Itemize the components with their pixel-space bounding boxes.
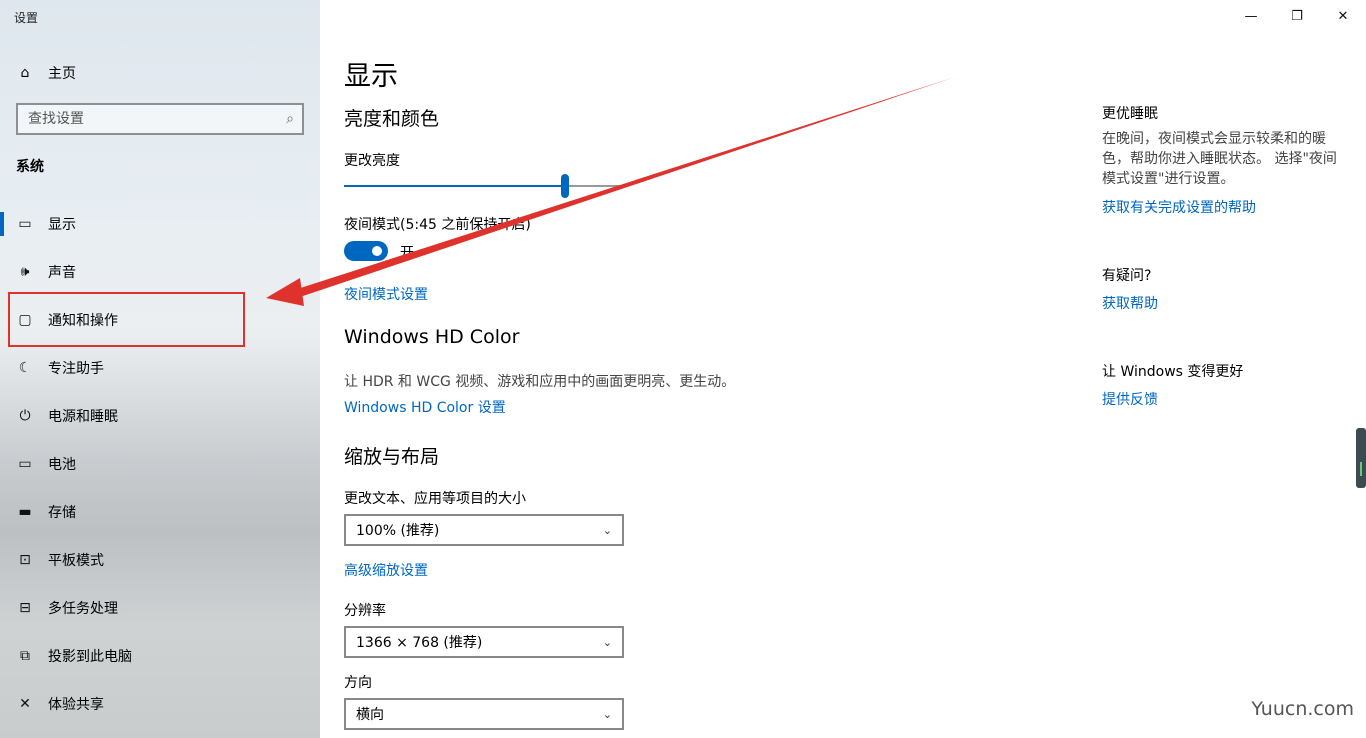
- brightness-slider[interactable]: [344, 174, 624, 198]
- minimize-icon[interactable]: —: [1228, 0, 1274, 32]
- brightness-heading: 亮度和颜色: [344, 108, 440, 130]
- night-mode-state: 开: [400, 245, 414, 261]
- watermark: Yuucn.com: [1251, 698, 1354, 720]
- moon-icon: ☾: [18, 360, 32, 376]
- page-title: 显示: [344, 61, 398, 92]
- resolution-value: 1366 × 768 (推荐): [356, 635, 483, 651]
- orientation-label: 方向: [344, 675, 372, 691]
- sidebar-item-storage[interactable]: ▬ 存储: [0, 488, 320, 536]
- resolution-label: 分辨率: [344, 603, 386, 619]
- sidebar-item-tablet[interactable]: ⊡ 平板模式: [0, 536, 320, 584]
- share-icon: ✕: [19, 696, 31, 712]
- orientation-dropdown[interactable]: 横向 ⌄: [344, 698, 624, 730]
- multitask-icon: ⊟: [19, 600, 31, 616]
- window-title: 设置: [14, 11, 39, 25]
- sleep-help-link[interactable]: 获取有关完成设置的帮助: [1102, 197, 1256, 217]
- sidebar-nav: ▭ 显示 🕪 声音 ▢ 通知和操作 ☾ 专注助手 ⏻ 电源和睡眠 ▭ 电池 ▬ …: [0, 200, 320, 728]
- slider-thumb[interactable]: [561, 174, 570, 198]
- home-icon: ⌂: [20, 65, 30, 81]
- chevron-down-icon: ⌄: [602, 635, 612, 649]
- question-title: 有疑问?: [1102, 268, 1152, 284]
- sidebar-item-shared[interactable]: ✕ 体验共享: [0, 680, 320, 728]
- sidebar-item-label: 多任务处理: [48, 601, 118, 617]
- hdr-description: 让 HDR 和 WCG 视频、游戏和应用中的画面更明亮、更生动。: [344, 374, 736, 390]
- improve-title: 让 Windows 变得更好: [1102, 364, 1244, 380]
- search-box[interactable]: ⌕: [16, 103, 304, 135]
- tablet-icon: ⊡: [19, 552, 31, 568]
- orientation-value: 横向: [356, 707, 384, 723]
- sidebar-item-notifications[interactable]: ▢ 通知和操作: [0, 296, 320, 344]
- battery-icon: ▭: [18, 456, 32, 472]
- sidebar-item-label: 平板模式: [48, 553, 104, 569]
- close-icon[interactable]: ✕: [1320, 0, 1366, 32]
- resolution-dropdown[interactable]: 1366 × 768 (推荐) ⌄: [344, 626, 624, 658]
- brightness-label: 更改亮度: [344, 153, 400, 169]
- sidebar-item-project[interactable]: ⧉ 投影到此电脑: [0, 632, 320, 680]
- scale-value: 100% (推荐): [356, 523, 440, 539]
- sidebar-item-label: 专注助手: [48, 361, 104, 377]
- search-input[interactable]: [28, 111, 287, 127]
- sidebar-item-label: 体验共享: [48, 697, 104, 713]
- sidebar: 设置 ⌂ 主页 ⌕ 系统 ▭ 显示 🕪 声音 ▢ 通知和操作 ☾ 专注助手 ⏻ …: [0, 0, 320, 738]
- power-icon: ⏻: [19, 408, 31, 424]
- sidebar-item-multitasking[interactable]: ⊟ 多任务处理: [0, 584, 320, 632]
- speaker-icon: 🕪: [20, 264, 30, 280]
- sidebar-item-label: 存储: [48, 505, 76, 521]
- project-icon: ⧉: [20, 648, 30, 664]
- night-mode-label: 夜间模式(5:45 之前保持开启): [344, 217, 531, 233]
- notification-icon: ▢: [18, 312, 32, 328]
- chevron-down-icon: ⌄: [602, 707, 612, 721]
- scale-heading: 缩放与布局: [344, 446, 440, 468]
- hdr-heading: Windows HD Color: [344, 326, 520, 348]
- sidebar-item-label: 通知和操作: [48, 313, 118, 329]
- sidebar-item-label: 电源和睡眠: [48, 409, 118, 425]
- sidebar-item-battery[interactable]: ▭ 电池: [0, 440, 320, 488]
- hdr-settings-link[interactable]: Windows HD Color 设置: [344, 397, 506, 417]
- sidebar-item-label: 投影到此电脑: [48, 649, 132, 665]
- scale-dropdown[interactable]: 100% (推荐) ⌄: [344, 514, 624, 546]
- sidebar-item-label: 电池: [48, 457, 76, 473]
- search-icon[interactable]: ⌕: [286, 111, 294, 127]
- scale-label: 更改文本、应用等项目的大小: [344, 491, 526, 507]
- storage-icon: ▬: [18, 504, 32, 520]
- monitor-icon: ▭: [18, 216, 32, 232]
- scrollbar[interactable]: [1356, 428, 1366, 488]
- advanced-scale-link[interactable]: 高级缩放设置: [344, 560, 428, 580]
- sidebar-item-display[interactable]: ▭ 显示: [0, 200, 320, 248]
- night-mode-toggle[interactable]: [344, 241, 388, 261]
- home-label: 主页: [48, 66, 76, 82]
- sleep-description: 在晚间，夜间模式会显示较柔和的暖色，帮助你进入睡眠状态。 选择"夜间模式设置"进…: [1102, 131, 1337, 187]
- restore-icon[interactable]: ❐: [1274, 0, 1320, 32]
- window-controls: — ❐ ✕: [1228, 0, 1366, 32]
- night-mode-settings-link[interactable]: 夜间模式设置: [344, 284, 428, 304]
- sidebar-item-power[interactable]: ⏻ 电源和睡眠: [0, 392, 320, 440]
- sidebar-item-focus-assist[interactable]: ☾ 专注助手: [0, 344, 320, 392]
- chevron-down-icon: ⌄: [602, 523, 612, 537]
- sidebar-item-label: 声音: [48, 265, 76, 281]
- feedback-link[interactable]: 提供反馈: [1102, 389, 1158, 409]
- sidebar-home[interactable]: ⌂ 主页: [16, 62, 76, 84]
- sidebar-item-sound[interactable]: 🕪 声音: [0, 248, 320, 296]
- section-label: 系统: [16, 159, 44, 175]
- sidebar-item-label: 显示: [48, 217, 76, 233]
- get-help-link[interactable]: 获取帮助: [1102, 293, 1158, 313]
- slider-fill: [344, 185, 566, 187]
- sleep-title: 更优睡眠: [1102, 106, 1158, 122]
